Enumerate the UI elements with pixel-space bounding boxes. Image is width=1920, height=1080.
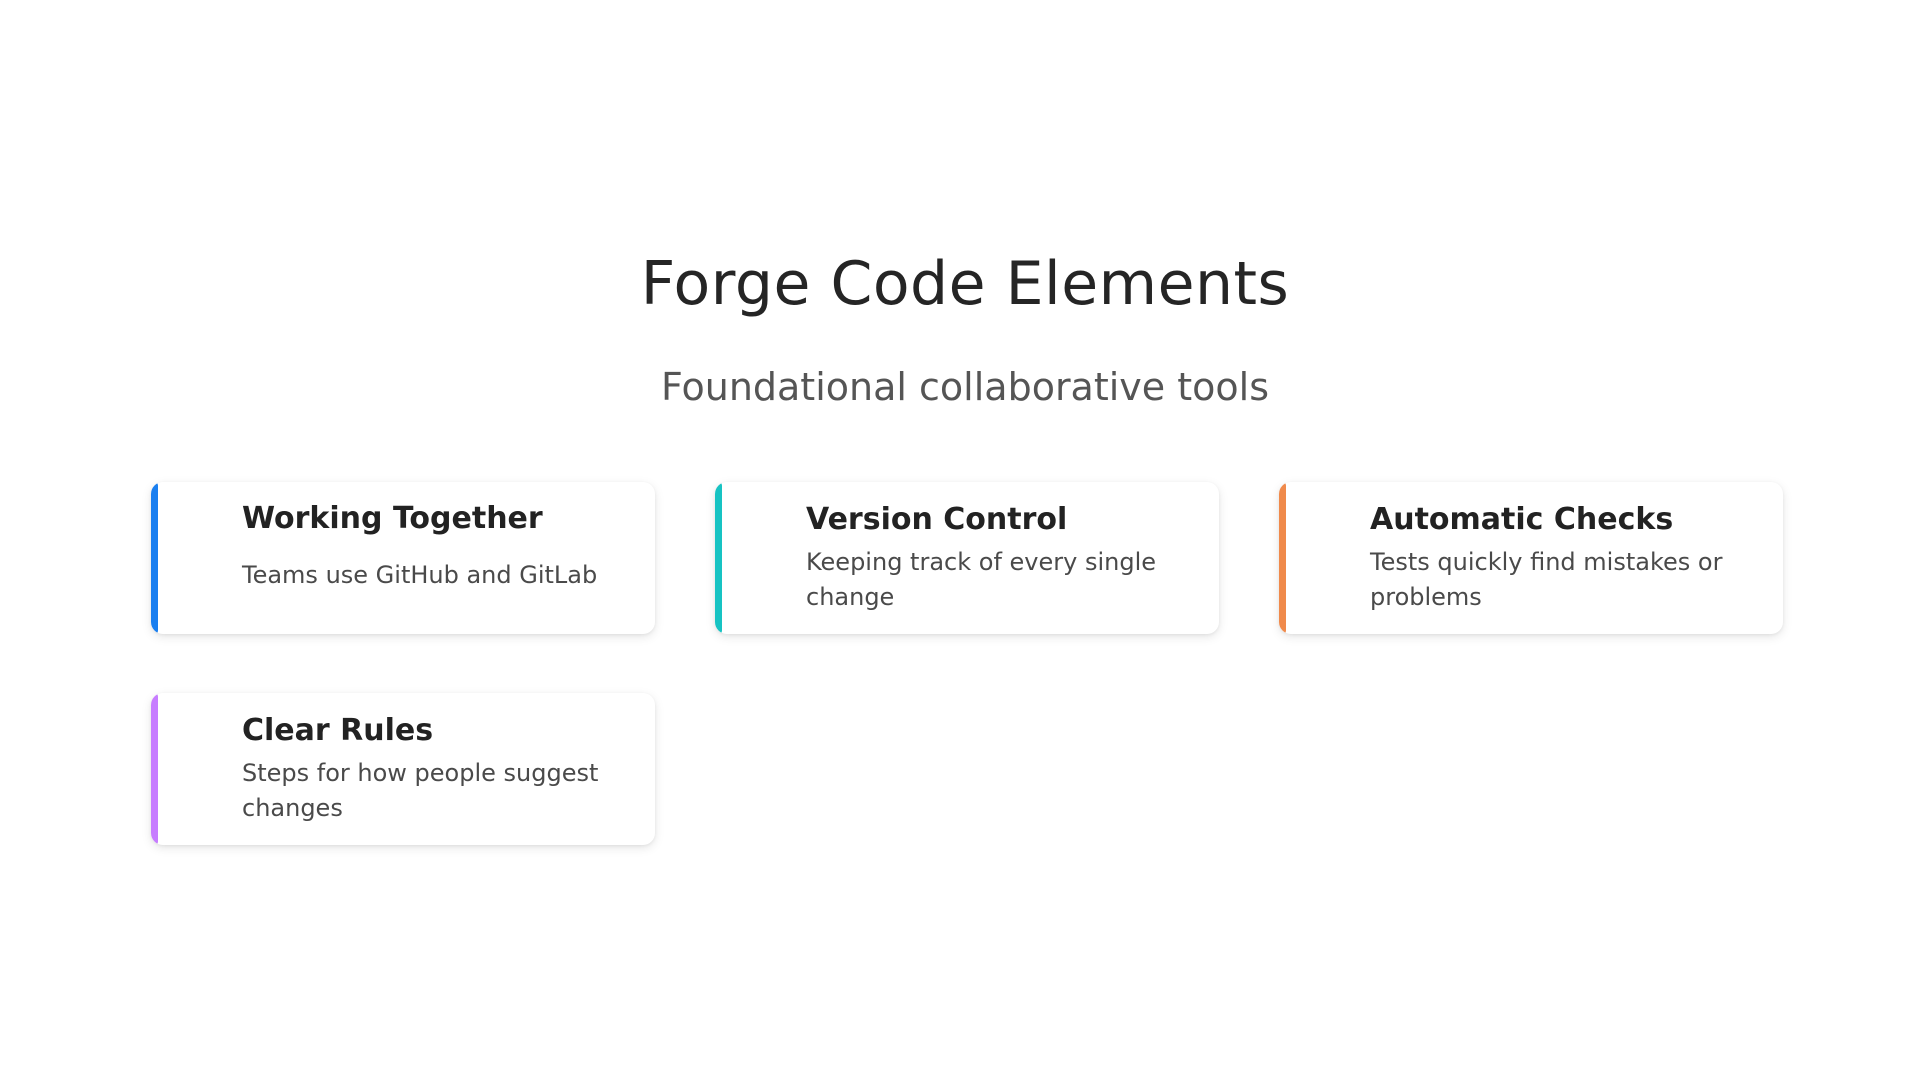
card-description: Tests quickly find mistakes or problems: [1370, 548, 1723, 611]
card-title: Working Together: [242, 501, 543, 536]
card-content: Clear Rules Steps for how people suggest…: [242, 693, 625, 845]
card-title: Automatic Checks: [1370, 502, 1674, 537]
card-version-control: Version Control Keeping track of every s…: [715, 482, 1219, 634]
card-content: Working Together Teams use GitHub and Gi…: [242, 482, 625, 634]
card-accent-bar: [151, 693, 158, 845]
card-description: Steps for how people suggest changes: [242, 759, 599, 822]
card-working-together: Working Together Teams use GitHub and Gi…: [151, 482, 655, 634]
page-title: Forge Code Elements: [640, 249, 1290, 319]
card-description: Teams use GitHub and GitLab: [242, 561, 598, 589]
card-accent-bar: [715, 482, 722, 634]
card-clear-rules: Clear Rules Steps for how people suggest…: [151, 693, 655, 845]
card-accent-bar: [151, 482, 158, 634]
card-accent-bar: [1279, 482, 1286, 634]
card-title: Clear Rules: [242, 713, 434, 748]
card-automatic-checks: Automatic Checks Tests quickly find mist…: [1279, 482, 1783, 634]
card-description: Keeping track of every single change: [806, 548, 1157, 611]
card-content: Version Control Keeping track of every s…: [806, 482, 1189, 634]
page-subtitle: Foundational collaborative tools: [660, 365, 1270, 409]
card-title: Version Control: [806, 502, 1068, 537]
card-content: Automatic Checks Tests quickly find mist…: [1370, 482, 1753, 634]
slide: Forge Code Elements Foundational collabo…: [0, 0, 1920, 1080]
